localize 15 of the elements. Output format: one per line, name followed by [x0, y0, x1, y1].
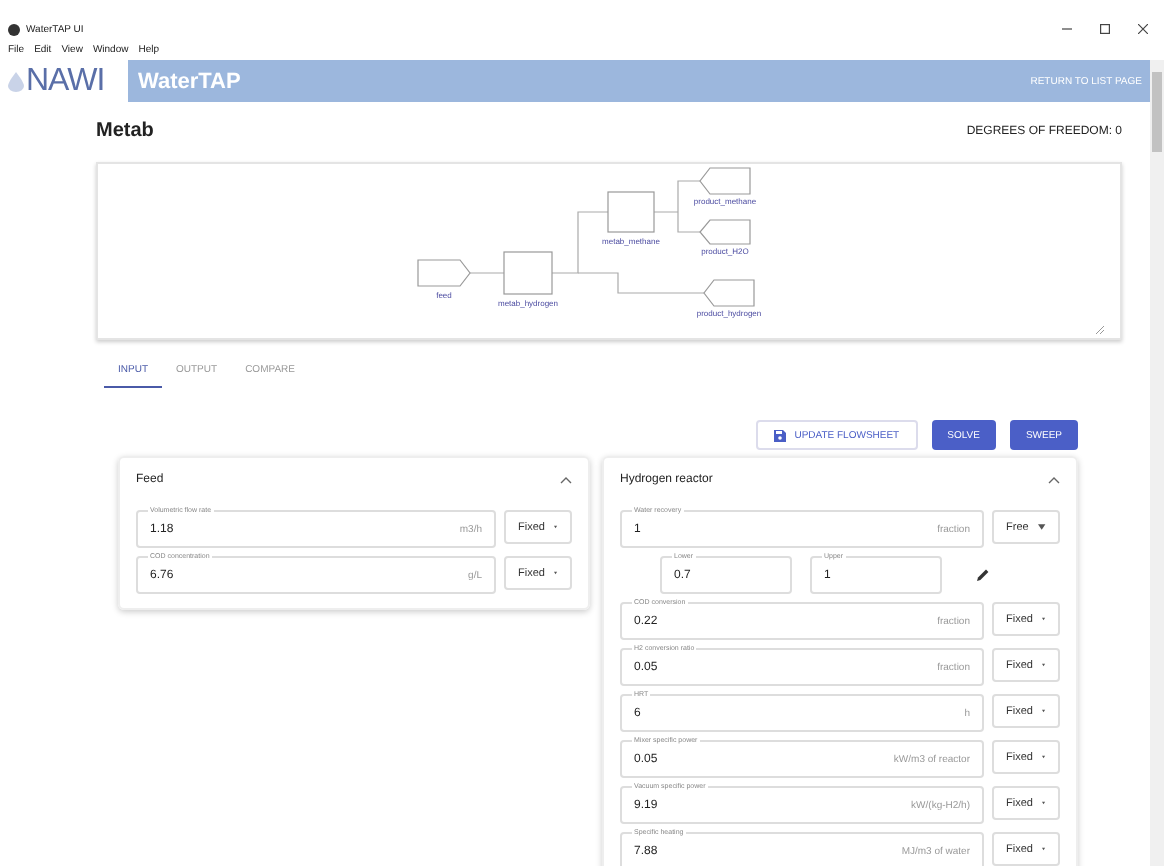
maximize-icon[interactable]	[1100, 24, 1110, 34]
caret-icon	[1038, 524, 1046, 530]
chevron-icon[interactable]	[560, 476, 572, 484]
app-name: WaterTAP	[138, 69, 241, 93]
close-icon[interactable]	[1138, 24, 1148, 34]
pencil-icon[interactable]	[976, 568, 990, 582]
water-drop-icon	[8, 71, 24, 91]
chevron-icon[interactable]	[1048, 476, 1060, 484]
save-icon	[774, 429, 787, 441]
logo-text: NAWI	[26, 63, 105, 99]
resize-handle-icon[interactable]	[1095, 325, 1105, 335]
scrollbar[interactable]	[1150, 60, 1164, 866]
minimize-icon[interactable]	[1062, 24, 1072, 34]
app-icon	[8, 23, 20, 35]
page-title: Metab	[96, 120, 154, 142]
